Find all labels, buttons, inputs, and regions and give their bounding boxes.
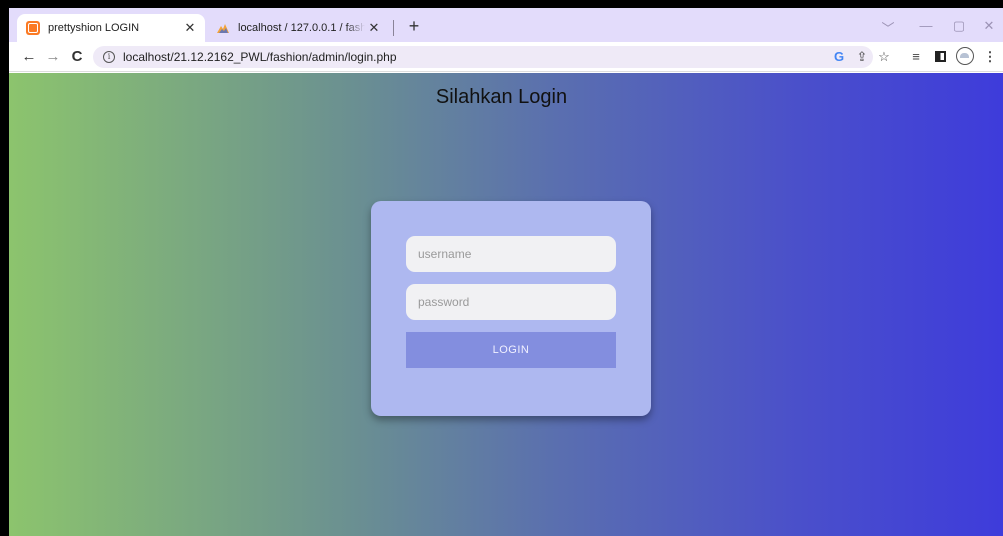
address-bar[interactable]: i bbox=[93, 46, 873, 68]
tab-close-icon[interactable]: ✕ bbox=[365, 20, 383, 36]
maximize-icon[interactable]: ▢ bbox=[950, 18, 968, 34]
tab-title: localhost / 127.0.0.1 / fashion_21 bbox=[238, 22, 365, 34]
profile-avatar-icon[interactable] bbox=[956, 47, 974, 65]
tab-divider bbox=[393, 20, 394, 36]
side-panel-icon[interactable] bbox=[935, 51, 946, 62]
forward-arrow-icon[interactable]: → bbox=[43, 47, 63, 67]
tab-prettyshion-login[interactable]: prettyshion LOGIN ✕ bbox=[17, 14, 205, 42]
share-icon[interactable]: ⇪ bbox=[853, 48, 871, 66]
reload-icon[interactable]: C bbox=[67, 47, 87, 67]
tab-title: prettyshion LOGIN bbox=[48, 22, 140, 34]
reading-list-icon[interactable]: ≡ bbox=[907, 48, 925, 66]
login-button[interactable]: LOGIN bbox=[406, 332, 616, 368]
page-content: Silahkan Login LOGIN bbox=[9, 73, 1003, 536]
google-lens-icon[interactable]: G bbox=[830, 48, 848, 66]
browser-toolbar: ← → C i G ⇪ ☆ ≡ ⋮ bbox=[9, 42, 1003, 72]
login-card: LOGIN bbox=[371, 201, 651, 416]
minimize-icon[interactable]: — bbox=[917, 18, 935, 33]
window-close-icon[interactable]: ✕ bbox=[980, 18, 998, 34]
tab-search-dropdown-icon[interactable]: ﹀ bbox=[879, 18, 897, 37]
username-input[interactable] bbox=[406, 236, 616, 272]
bookmark-star-icon[interactable]: ☆ bbox=[875, 48, 893, 66]
new-tab-button[interactable]: + bbox=[403, 15, 425, 37]
password-input[interactable] bbox=[406, 284, 616, 320]
site-info-icon[interactable]: i bbox=[103, 51, 115, 63]
browser-window: prettyshion LOGIN ✕ localhost / 127.0.0.… bbox=[9, 8, 1003, 536]
url-input[interactable] bbox=[123, 50, 823, 64]
tab-close-icon[interactable]: ✕ bbox=[181, 20, 199, 36]
page-title: Silahkan Login bbox=[435, 86, 568, 108]
tab-strip: prettyshion LOGIN ✕ localhost / 127.0.0.… bbox=[9, 8, 1003, 42]
xampp-favicon-icon bbox=[26, 21, 40, 35]
more-menu-icon[interactable]: ⋮ bbox=[981, 48, 999, 66]
tab-phpmyadmin[interactable]: localhost / 127.0.0.1 / fashion_21 ✕ bbox=[207, 14, 389, 42]
phpmyadmin-favicon-icon bbox=[216, 21, 230, 35]
back-arrow-icon[interactable]: ← bbox=[19, 47, 39, 67]
